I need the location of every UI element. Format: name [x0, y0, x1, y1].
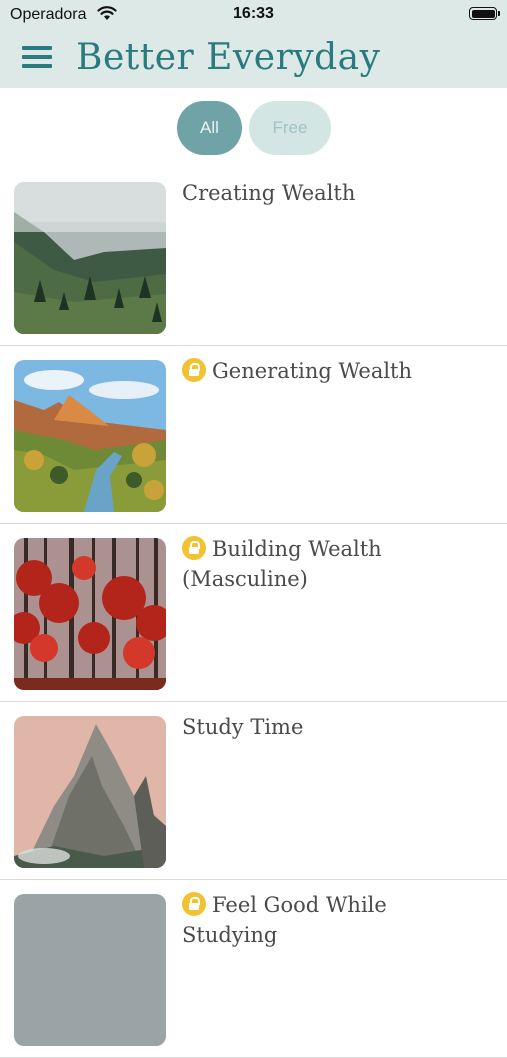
list-item[interactable]: Creating Wealth [0, 168, 507, 346]
hamburger-menu-icon[interactable] [22, 44, 54, 70]
list-item[interactable]: Generating Wealth [0, 346, 507, 524]
filter-free-button[interactable]: Free [249, 101, 331, 155]
red-autumn-forest-image [14, 538, 166, 690]
misty-mountain-forest-image [14, 182, 166, 334]
rocky-mountain-peak-image [14, 716, 166, 868]
list-item[interactable]: Study Time [0, 702, 507, 880]
clock: 16:33 [233, 5, 274, 22]
item-title: Study Time [182, 715, 304, 739]
item-title: Building Wealth (Masculine) [182, 536, 382, 591]
item-title: Creating Wealth [182, 181, 356, 205]
list-item[interactable]: Feel Good While Studying [0, 880, 507, 1058]
app-title: Better Everyday [76, 37, 381, 78]
battery-icon [469, 7, 500, 20]
lock-icon [182, 358, 206, 382]
mountain-landscape-image [14, 894, 166, 1046]
lock-icon [182, 536, 206, 560]
status-bar: Operadora 16:33 [0, 0, 507, 30]
list-item[interactable]: Building Wealth (Masculine) [0, 524, 507, 702]
canyon-river-image [14, 360, 166, 512]
filter-all-button[interactable]: All [177, 101, 242, 155]
lock-icon [182, 892, 206, 916]
app-header: Better Everyday [0, 30, 507, 88]
item-title: Generating Wealth [182, 356, 482, 386]
item-title: Feel Good While Studying [182, 892, 387, 947]
